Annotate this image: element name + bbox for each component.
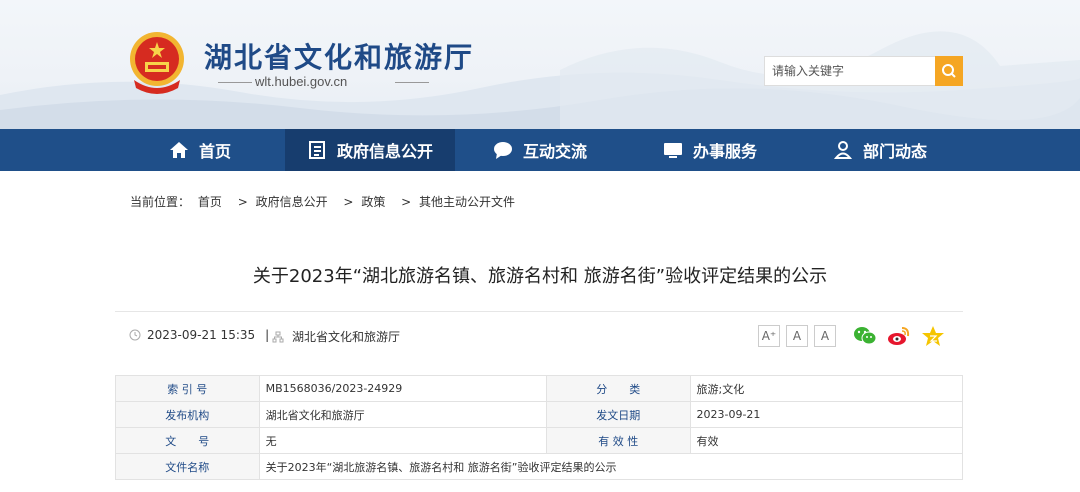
divider-line bbox=[395, 82, 429, 83]
nav-item-home[interactable]: 首页 bbox=[115, 129, 285, 171]
weibo-icon[interactable] bbox=[887, 325, 911, 347]
article-date: 2023-09-21 15:35 | bbox=[129, 328, 269, 342]
nav-item-interaction[interactable]: 互动交流 bbox=[455, 129, 625, 171]
nav-label: 办事服务 bbox=[692, 142, 757, 161]
font-normal-button[interactable]: A bbox=[786, 325, 808, 347]
info-value: 关于2023年“湖北旅游名镇、旅游名村和 旅游名街”验收评定结果的公示 bbox=[258, 453, 964, 480]
info-key: 文件名称 bbox=[115, 453, 260, 480]
breadcrumb-separator: > bbox=[401, 195, 412, 209]
monitor-icon bbox=[663, 143, 682, 158]
info-value: 旅游;文化 bbox=[689, 375, 963, 402]
breadcrumb-item-gov-info[interactable]: 政府信息公开 bbox=[256, 195, 328, 209]
site-title[interactable]: 湖北省文化和旅游厅 bbox=[204, 36, 474, 76]
search-input[interactable]: 请输入关键字 bbox=[764, 56, 935, 86]
info-key: 文 号 bbox=[115, 427, 260, 454]
main-nav: 首页 政府信息公开 互动交流 办事服务 部门动态 bbox=[0, 129, 1080, 171]
divider-line bbox=[218, 82, 252, 83]
nav-item-department-news[interactable]: 部门动态 bbox=[795, 129, 965, 171]
site-domain: wlt.hubei.gov.cn bbox=[255, 74, 348, 89]
nav-label: 政府信息公开 bbox=[336, 142, 433, 161]
nav-item-services[interactable]: 办事服务 bbox=[625, 129, 795, 171]
table-row: 文 号 无 有 效 性 有效 bbox=[115, 427, 963, 454]
document-icon bbox=[308, 141, 325, 159]
search-icon bbox=[942, 64, 956, 78]
breadcrumb-item-home[interactable]: 首页 bbox=[198, 195, 222, 209]
table-row: 索 引 号 MB1568036/2023-24929 分 类 旅游;文化 bbox=[115, 375, 963, 402]
info-value: 无 bbox=[258, 427, 547, 454]
nav-label: 首页 bbox=[198, 142, 231, 161]
info-key: 发文日期 bbox=[545, 401, 691, 428]
info-key: 分 类 bbox=[545, 375, 691, 402]
info-value: MB1568036/2023-24929 bbox=[258, 375, 547, 402]
national-emblem-icon bbox=[130, 32, 184, 94]
info-value: 湖北省文化和旅游厅 bbox=[258, 401, 547, 428]
source-text: 湖北省文化和旅游厅 bbox=[292, 330, 401, 344]
font-decrease-button[interactable]: A bbox=[814, 325, 836, 347]
site-header: 湖北省文化和旅游厅 wlt.hubei.gov.cn 请输入关键字 bbox=[0, 0, 1080, 129]
breadcrumb-separator: > bbox=[237, 195, 248, 209]
clock-icon bbox=[129, 329, 141, 341]
breadcrumb: 当前位置： 首页 > 政府信息公开 > 政策 > 其他主动公开文件 bbox=[130, 193, 519, 210]
breadcrumb-item-policy[interactable]: 政策 bbox=[361, 195, 385, 209]
search-button[interactable] bbox=[935, 56, 963, 86]
home-icon bbox=[169, 142, 188, 158]
org-chart-icon bbox=[272, 331, 284, 342]
person-icon bbox=[833, 141, 853, 159]
nav-item-gov-info[interactable]: 政府信息公开 bbox=[285, 129, 455, 171]
info-key: 发布机构 bbox=[115, 401, 260, 428]
table-row: 文件名称 关于2023年“湖北旅游名镇、旅游名村和 旅游名街”验收评定结果的公示 bbox=[115, 453, 964, 480]
article-source: 湖北省文化和旅游厅 bbox=[272, 328, 400, 345]
nav-label: 部门动态 bbox=[862, 142, 927, 161]
document-info-table: 索 引 号 MB1568036/2023-24929 分 类 旅游;文化 发布机… bbox=[115, 375, 964, 480]
wechat-icon[interactable] bbox=[853, 325, 877, 347]
info-key: 有 效 性 bbox=[545, 427, 691, 454]
info-value: 有效 bbox=[689, 427, 963, 454]
favorite-star-icon[interactable] bbox=[921, 325, 945, 347]
table-row: 发布机构 湖北省文化和旅游厅 发文日期 2023-09-21 bbox=[115, 401, 963, 428]
info-key: 索 引 号 bbox=[115, 375, 260, 402]
breadcrumb-prefix: 当前位置： bbox=[130, 195, 191, 209]
breadcrumb-separator: > bbox=[343, 195, 354, 209]
font-increase-button[interactable]: A⁺ bbox=[758, 325, 780, 347]
info-value: 2023-09-21 bbox=[689, 401, 963, 428]
nav-label: 互动交流 bbox=[522, 142, 587, 161]
breadcrumb-item-other-files[interactable]: 其他主动公开文件 bbox=[419, 195, 515, 209]
article-meta-bar: 2023-09-21 15:35 | 湖北省文化和旅游厅 A⁺ A A bbox=[115, 311, 963, 359]
meta-divider: | bbox=[265, 328, 270, 342]
article-title: 关于2023年“湖北旅游名镇、旅游名村和 旅游名街”验收评定结果的公示 bbox=[252, 266, 828, 287]
date-text: 2023-09-21 15:35 bbox=[147, 328, 256, 342]
chat-bubble-icon bbox=[493, 142, 512, 159]
